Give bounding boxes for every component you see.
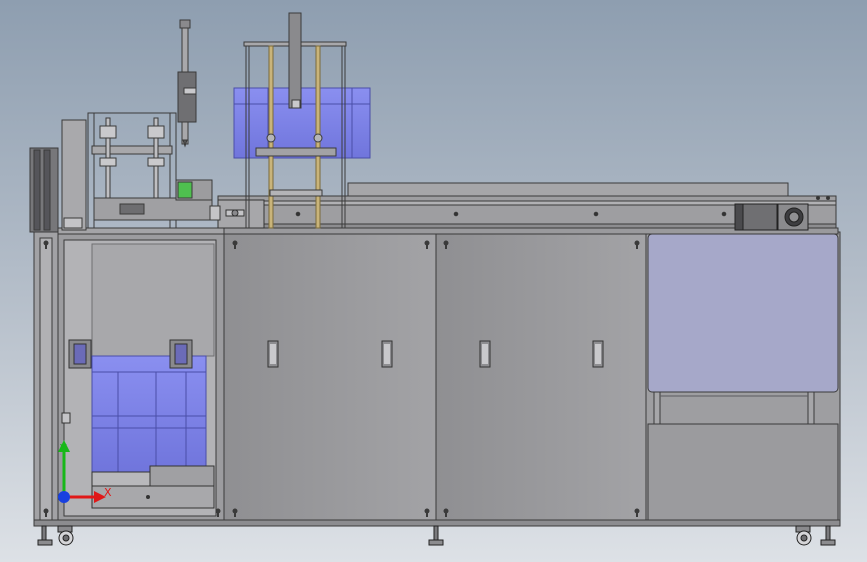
machine-drawing: X Y bbox=[29, 12, 841, 546]
base-rail bbox=[33, 519, 841, 527]
caster-wheel-icon bbox=[57, 525, 74, 546]
right-blue-panel bbox=[647, 233, 839, 393]
press-cylinder bbox=[288, 12, 302, 109]
cad-viewport[interactable]: X Y bbox=[0, 0, 867, 562]
casters bbox=[37, 525, 836, 546]
leveling-foot bbox=[428, 525, 444, 546]
press-plate bbox=[255, 147, 337, 157]
caster-wheel-icon bbox=[795, 525, 812, 546]
left-upper-assembly bbox=[29, 19, 221, 233]
axis-x-label: X bbox=[104, 486, 112, 499]
leveling-foot bbox=[37, 525, 53, 546]
sensor-green bbox=[177, 181, 193, 199]
leveling-foot bbox=[820, 525, 836, 546]
door-panel-1 bbox=[223, 231, 437, 526]
stacked-bins bbox=[91, 355, 207, 473]
right-lower-panel bbox=[647, 423, 839, 526]
motor-icon bbox=[734, 203, 809, 231]
conveyor-left-end bbox=[217, 199, 265, 229]
door-panel-2 bbox=[435, 231, 647, 526]
axis-y-label: Y bbox=[59, 442, 67, 455]
